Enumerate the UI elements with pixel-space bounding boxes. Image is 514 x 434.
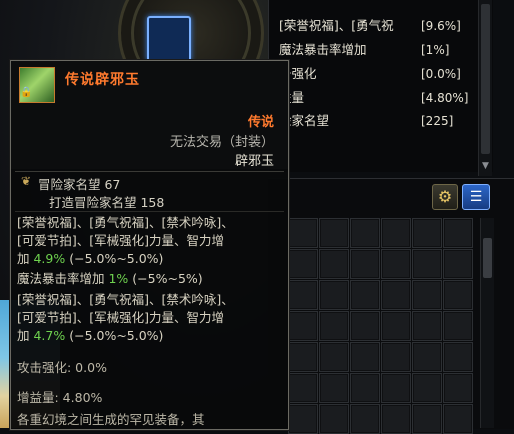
inventory-slot[interactable]: [350, 342, 380, 372]
inventory-slot[interactable]: [350, 280, 380, 310]
effect-text: 加: [17, 251, 34, 266]
stat-label: [荣誉祝福]、[勇气祝: [279, 18, 394, 33]
inventory-slot[interactable]: [443, 342, 473, 372]
stat-value: [225]: [421, 114, 454, 128]
inventory-slot[interactable]: [288, 280, 318, 310]
effect-line: 魔法暴击率增加 1% (−5%~5%): [17, 270, 203, 287]
inventory-slot[interactable]: [350, 249, 380, 279]
inventory-slot[interactable]: [319, 342, 349, 372]
inventory-slot[interactable]: [443, 249, 473, 279]
list-icon: ☰: [469, 189, 483, 205]
list-view-button[interactable]: ☰: [462, 184, 490, 210]
effect-range: (−5.0%~5.0%): [65, 328, 164, 343]
inventory-slot[interactable]: [350, 373, 380, 403]
effect-text: 魔法暴击率增加: [17, 271, 109, 286]
stat-scrollbar[interactable]: ▼: [478, 0, 492, 176]
inventory-slot[interactable]: [381, 218, 411, 248]
inventory-slot[interactable]: [319, 218, 349, 248]
craft-fame-value: 打造冒险家名望 158: [49, 195, 165, 210]
inventory-slot[interactable]: [319, 311, 349, 341]
inventory-slot[interactable]: [443, 404, 473, 434]
trade-status: 无法交易（封装）: [169, 135, 274, 150]
fame-value: 冒险家名望 67: [38, 177, 121, 192]
stat-value: [4.80%]: [421, 91, 469, 105]
effect-text: 加: [17, 328, 34, 343]
inventory-slot[interactable]: [412, 311, 442, 341]
effect-line: [可爱节拍]、[军械强化]力量、智力增: [17, 233, 225, 248]
effect-line: [荣誉祝福]、[勇气祝福]、[禁术吟咏]、: [17, 292, 234, 307]
inventory-slot[interactable]: [381, 373, 411, 403]
inventory-slot[interactable]: [381, 280, 411, 310]
effect-line: 加 4.9% (−5.0%~5.0%): [17, 250, 163, 267]
inventory-slot[interactable]: [381, 311, 411, 341]
stat-value: [1%]: [421, 43, 450, 57]
inventory-slot[interactable]: [288, 311, 318, 341]
inventory-slot[interactable]: [319, 373, 349, 403]
inventory-slot[interactable]: [443, 373, 473, 403]
effect-line: [可爱节拍]、[军械强化]力量、智力增: [17, 310, 225, 325]
attack-boost-line: 攻击强化: 0.0%: [17, 360, 107, 375]
inventory-slot[interactable]: [350, 311, 380, 341]
inventory-slot[interactable]: [412, 249, 442, 279]
inventory-slot[interactable]: [381, 342, 411, 372]
lock-icon: 🔒: [20, 87, 33, 98]
effect-range: (−5%~5%): [128, 271, 203, 286]
inventory-scrollbar-thumb[interactable]: [483, 238, 492, 278]
scroll-down-arrow-icon[interactable]: ▼: [480, 160, 491, 172]
inventory-slot[interactable]: [381, 404, 411, 434]
inventory-scrollbar[interactable]: [480, 218, 494, 428]
description-line: 各重幻境之间生成的罕见装备，其: [17, 412, 205, 427]
inventory-slot[interactable]: [350, 218, 380, 248]
divider: [15, 211, 284, 212]
inventory-slot[interactable]: [381, 249, 411, 279]
fame-icon: ❦: [21, 174, 32, 188]
inventory-slot[interactable]: [288, 249, 318, 279]
inventory-slot[interactable]: [412, 218, 442, 248]
settings-button[interactable]: ⚙: [432, 184, 458, 210]
effect-value: 1%: [108, 271, 129, 286]
stat-value: [9.6%]: [421, 19, 461, 33]
stat-value: [0.0%]: [421, 67, 461, 81]
inventory-slot[interactable]: [288, 218, 318, 248]
item-tooltip: 🔒 传说辟邪玉 传说 无法交易（封装） 辟邪玉 ❦ 冒险家名望 67 打造冒险家…: [10, 60, 289, 430]
inventory-slot[interactable]: [412, 342, 442, 372]
equipped-item-slot[interactable]: [147, 16, 191, 62]
inventory-slot[interactable]: [288, 342, 318, 372]
inventory-slot[interactable]: [412, 280, 442, 310]
inventory-slot[interactable]: [350, 404, 380, 434]
item-type: 辟邪玉: [234, 154, 274, 169]
stat-panel: [荣誉祝福]、[勇气祝 [9.6%] 魔法暴击率增加 [1%] 击强化 [0.0…: [268, 0, 493, 172]
item-name: 传说辟邪玉: [65, 72, 140, 88]
effect-value: 4.7%: [33, 328, 66, 343]
effect-value: 4.9%: [33, 251, 66, 266]
stat-label: 魔法暴击率增加: [279, 42, 367, 57]
gear-icon: ⚙: [437, 187, 453, 206]
inventory-slot[interactable]: [443, 280, 473, 310]
effect-line: 加 4.7% (−5.0%~5.0%): [17, 327, 163, 344]
item-grade: 传说: [247, 115, 274, 130]
effect-line: [荣誉祝福]、[勇气祝福]、[禁术吟咏]、: [17, 215, 234, 230]
inventory-slot[interactable]: [319, 404, 349, 434]
stat-scrollbar-thumb[interactable]: [481, 4, 490, 154]
inventory-slot[interactable]: [443, 218, 473, 248]
gain-amount-line: 增益量: 4.80%: [17, 390, 103, 405]
inventory-slot[interactable]: [319, 249, 349, 279]
inventory-slot[interactable]: [288, 373, 318, 403]
divider: [15, 171, 284, 172]
effect-range: (−5.0%~5.0%): [65, 251, 164, 266]
inventory-slot[interactable]: [443, 311, 473, 341]
inventory-slot[interactable]: [412, 373, 442, 403]
inventory-slot[interactable]: [319, 280, 349, 310]
inventory-slot[interactable]: [412, 404, 442, 434]
inventory-slot[interactable]: [288, 404, 318, 434]
